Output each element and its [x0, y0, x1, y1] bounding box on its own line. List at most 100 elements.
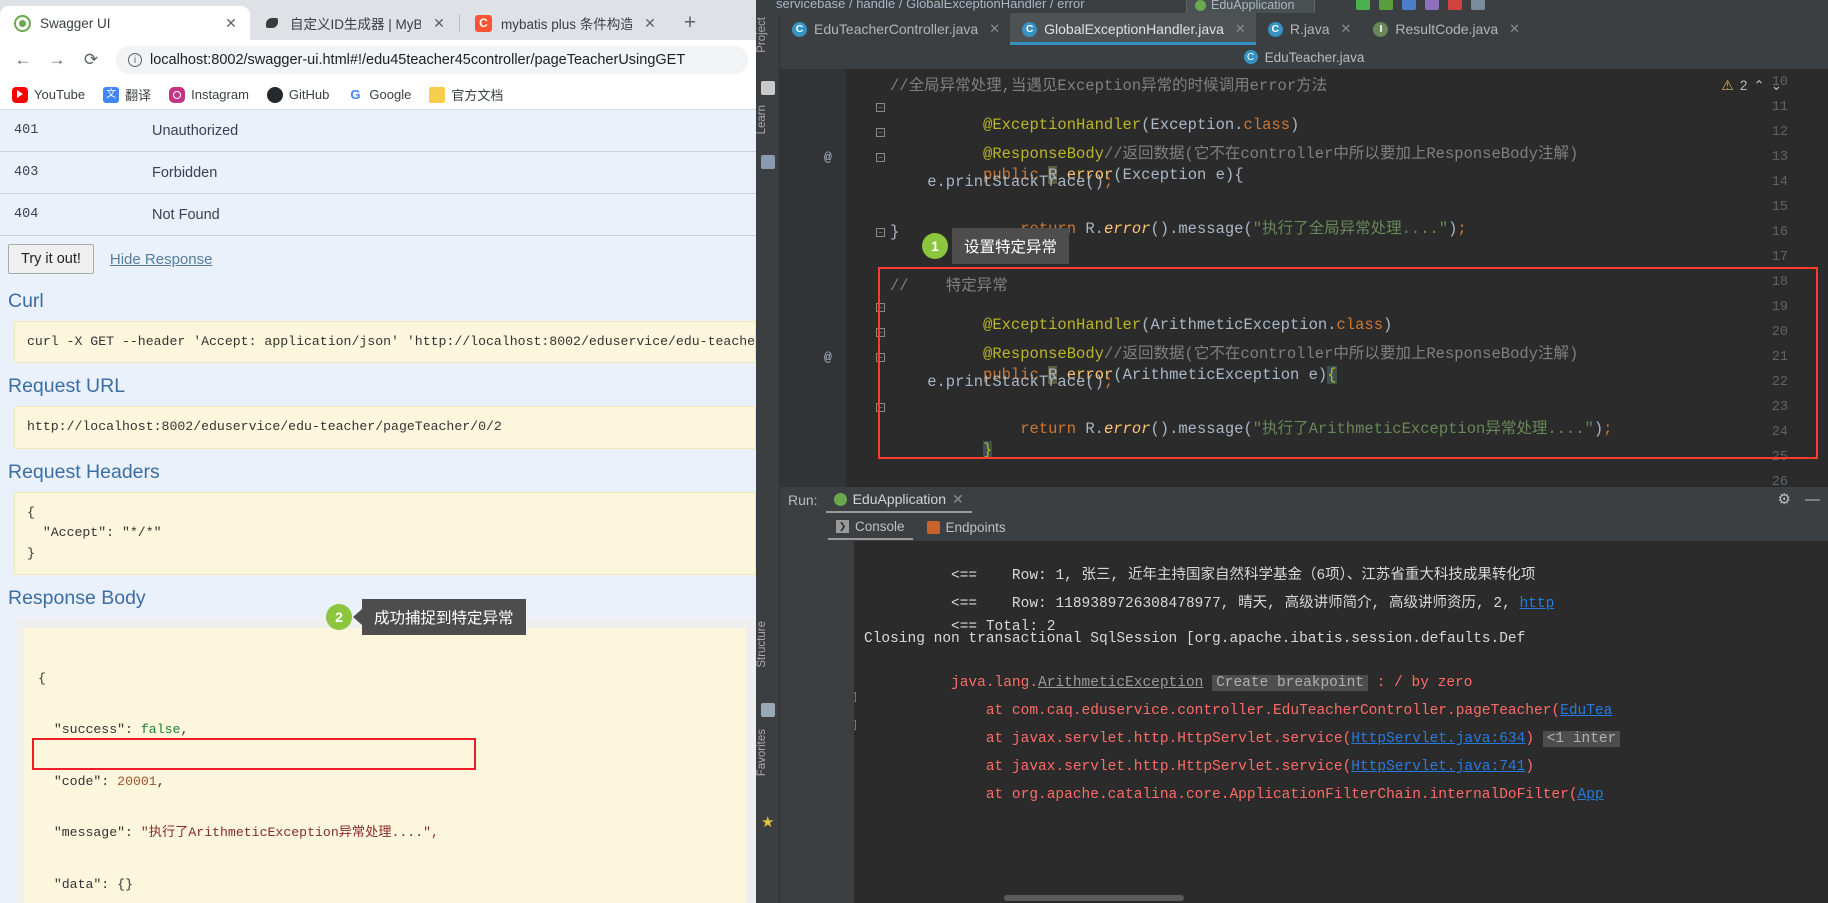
bookmark-translate[interactable]: 文 翻译 [103, 85, 151, 104]
close-icon[interactable]: ✕ [1235, 21, 1246, 37]
stack-link[interactable]: App [1578, 787, 1604, 803]
close-icon[interactable]: ✕ [641, 15, 659, 32]
fold-marker-icon[interactable]: − [876, 103, 885, 112]
forward-icon[interactable]: → [42, 45, 72, 75]
code-line-10: //全局异常处理,当遇见Exception异常的时候调用error方法 [890, 77, 1328, 95]
bookmark-github[interactable]: GitHub [266, 86, 330, 103]
reload-icon[interactable]: ⟳ [76, 45, 106, 75]
fold-marker-icon[interactable]: − [876, 303, 885, 312]
site-info-icon[interactable]: i [128, 53, 142, 67]
swagger-icon [14, 14, 31, 32]
chevron-down-icon[interactable]: ⌄ [1771, 78, 1782, 94]
annotation-gutter-mark[interactable]: @ [824, 150, 832, 165]
address-bar[interactable]: i localhost:8002/swagger-ui.html#!/edu45… [116, 46, 748, 74]
fold-marker-icon[interactable]: − [876, 403, 885, 412]
fold-marker-icon[interactable]: − [876, 328, 885, 337]
run-window-controls: ⚙ — [1778, 490, 1820, 509]
tab-endpoints[interactable]: Endpoints [919, 516, 1014, 539]
tab-globalexceptionhandler[interactable]: C GlobalExceptionHandler.java ✕ [1010, 13, 1256, 45]
run-label: Run: [788, 492, 818, 508]
console-output[interactable]: <== Row: 1, 张三, 近年主持国家自然科学基金（6项）、江苏省重大科技… [854, 541, 1828, 903]
tab-eduteachercontroller[interactable]: C EduTeacherController.java ✕ [780, 13, 1010, 45]
csdn-icon: C [475, 14, 492, 32]
rail-label-structure[interactable]: Structure [756, 621, 780, 668]
new-tab-button[interactable]: + [675, 8, 705, 38]
debug-icon[interactable] [1379, 0, 1393, 10]
bookmark-google[interactable]: G Google [347, 86, 411, 103]
close-icon[interactable]: ✕ [222, 15, 240, 32]
code-line-22: e.printStackTrace(); [890, 373, 1114, 391]
fold-marker-icon[interactable]: − [876, 228, 885, 237]
fold-marker-icon[interactable]: − [876, 353, 885, 362]
console-link[interactable]: http [1519, 596, 1554, 612]
annotation-gutter-mark[interactable]: @ [824, 350, 832, 365]
close-icon[interactable]: ✕ [952, 491, 964, 508]
back-icon[interactable]: ← [8, 45, 38, 75]
browser-tab-mybatis-id[interactable]: 自定义ID生成器 | MyBatis-P ✕ [250, 6, 458, 40]
run-tool-window-header: Run: EduApplication ✕ ⚙ — [780, 487, 1828, 513]
tab-console[interactable]: ❯ Console [828, 515, 913, 540]
sticky-file-breadcrumb: C EduTeacher.java [780, 45, 1828, 69]
json-line-message: "message": "执行了ArithmeticException异常处理..… [53, 825, 439, 841]
bookmark-label: 官方文档 [451, 88, 504, 103]
curl-command-box: curl -X GET --header 'Accept: applicatio… [14, 321, 756, 364]
sticky-file-label: EduTeacher.java [1264, 49, 1365, 65]
tab-r-java[interactable]: C R.java ✕ [1256, 13, 1362, 45]
rail-label-learn[interactable]: Learn [756, 105, 780, 134]
run-config-tab[interactable]: EduApplication ✕ [825, 488, 972, 513]
close-icon[interactable]: ✕ [430, 15, 448, 32]
minimize-icon[interactable]: — [1805, 491, 1820, 508]
project-folder-icon[interactable] [761, 81, 775, 95]
code-line-23: return R.error().message("执行了ArithmeticE… [983, 420, 1613, 438]
tab-resultcode-java[interactable]: I ResultCode.java ✕ [1361, 13, 1530, 45]
table-row: 404 Not Found [0, 194, 756, 236]
profile-icon[interactable] [1425, 0, 1439, 10]
rail-label-favorites[interactable]: Favorites [756, 729, 780, 776]
fold-marker-icon[interactable]: − [876, 128, 885, 137]
run-config-label: EduApplication [1211, 0, 1295, 12]
expand-icon[interactable]: + [854, 720, 856, 730]
gear-icon[interactable]: ⚙ [1778, 490, 1791, 508]
code-line-24: } [983, 441, 993, 459]
editor-code-area[interactable]: //全局异常处理,当遇见Exception异常的时候调用error方法 @Exc… [890, 69, 1828, 487]
curl-heading: Curl [8, 290, 44, 312]
bookmark-youtube[interactable]: YouTube [12, 86, 85, 103]
stop-icon[interactable] [1448, 0, 1462, 10]
layout-icon[interactable] [1471, 0, 1485, 10]
code-editor[interactable]: 10 11 12 13 14 15 16 17 18 19 20 21 22 2… [780, 69, 1828, 487]
browser-tab-swagger[interactable]: Swagger UI ✕ [0, 6, 250, 40]
java-class-icon: C [1243, 50, 1258, 64]
close-icon[interactable]: ✕ [1509, 21, 1520, 37]
response-reason-cell: Not Found [152, 206, 220, 223]
fold-marker-icon[interactable]: − [876, 153, 885, 162]
github-icon [266, 86, 283, 103]
close-icon[interactable]: ✕ [1341, 21, 1352, 37]
close-icon[interactable]: ✕ [989, 21, 1000, 37]
response-body-json: { "success": false, "code": 20001, "mess… [24, 628, 746, 903]
chevron-up-icon[interactable]: ⌃ [1753, 78, 1764, 94]
coverage-icon[interactable] [1402, 0, 1416, 10]
bookmark-label: GitHub [288, 87, 330, 102]
intellij-idea-window: servicebase / handle / GlobalExceptionHa… [756, 0, 1828, 903]
structure-grid-icon[interactable] [761, 703, 775, 717]
star-icon[interactable]: ★ [761, 813, 775, 831]
hide-response-link[interactable]: Hide Response [110, 251, 213, 268]
bookmark-instagram[interactable]: Instagram [169, 86, 249, 103]
bookmark-official-docs[interactable]: 官方文档 [429, 85, 503, 104]
run-icon[interactable] [1356, 0, 1370, 10]
browser-tab-mybatis-plus[interactable]: C mybatis plus 条件构造器qu ✕ [461, 6, 669, 40]
instagram-icon [169, 86, 186, 103]
response-body-wrapper: { "success": false, "code": 20001, "mess… [14, 618, 756, 903]
database-icon[interactable] [761, 155, 775, 169]
warning-icon: ⚠ [1721, 77, 1734, 93]
inspection-widget[interactable]: ⚠ 2 ⌃ ⌄ [1721, 77, 1782, 94]
try-it-out-button[interactable]: Try it out! [8, 244, 94, 274]
console-tab-label: Console [855, 518, 905, 534]
rail-label-project[interactable]: Project [756, 17, 780, 53]
console-horizontal-scrollbar[interactable] [1004, 895, 1184, 901]
table-row: 403 Forbidden [0, 152, 756, 194]
callout-2: 2 成功捕捉到特定异常 [326, 599, 526, 635]
expand-icon[interactable]: + [854, 692, 856, 702]
ide-left-tool-rail: Project Learn Structure Favorites ★ [756, 13, 780, 903]
run-configuration-selector[interactable]: EduApplication [1186, 0, 1316, 13]
